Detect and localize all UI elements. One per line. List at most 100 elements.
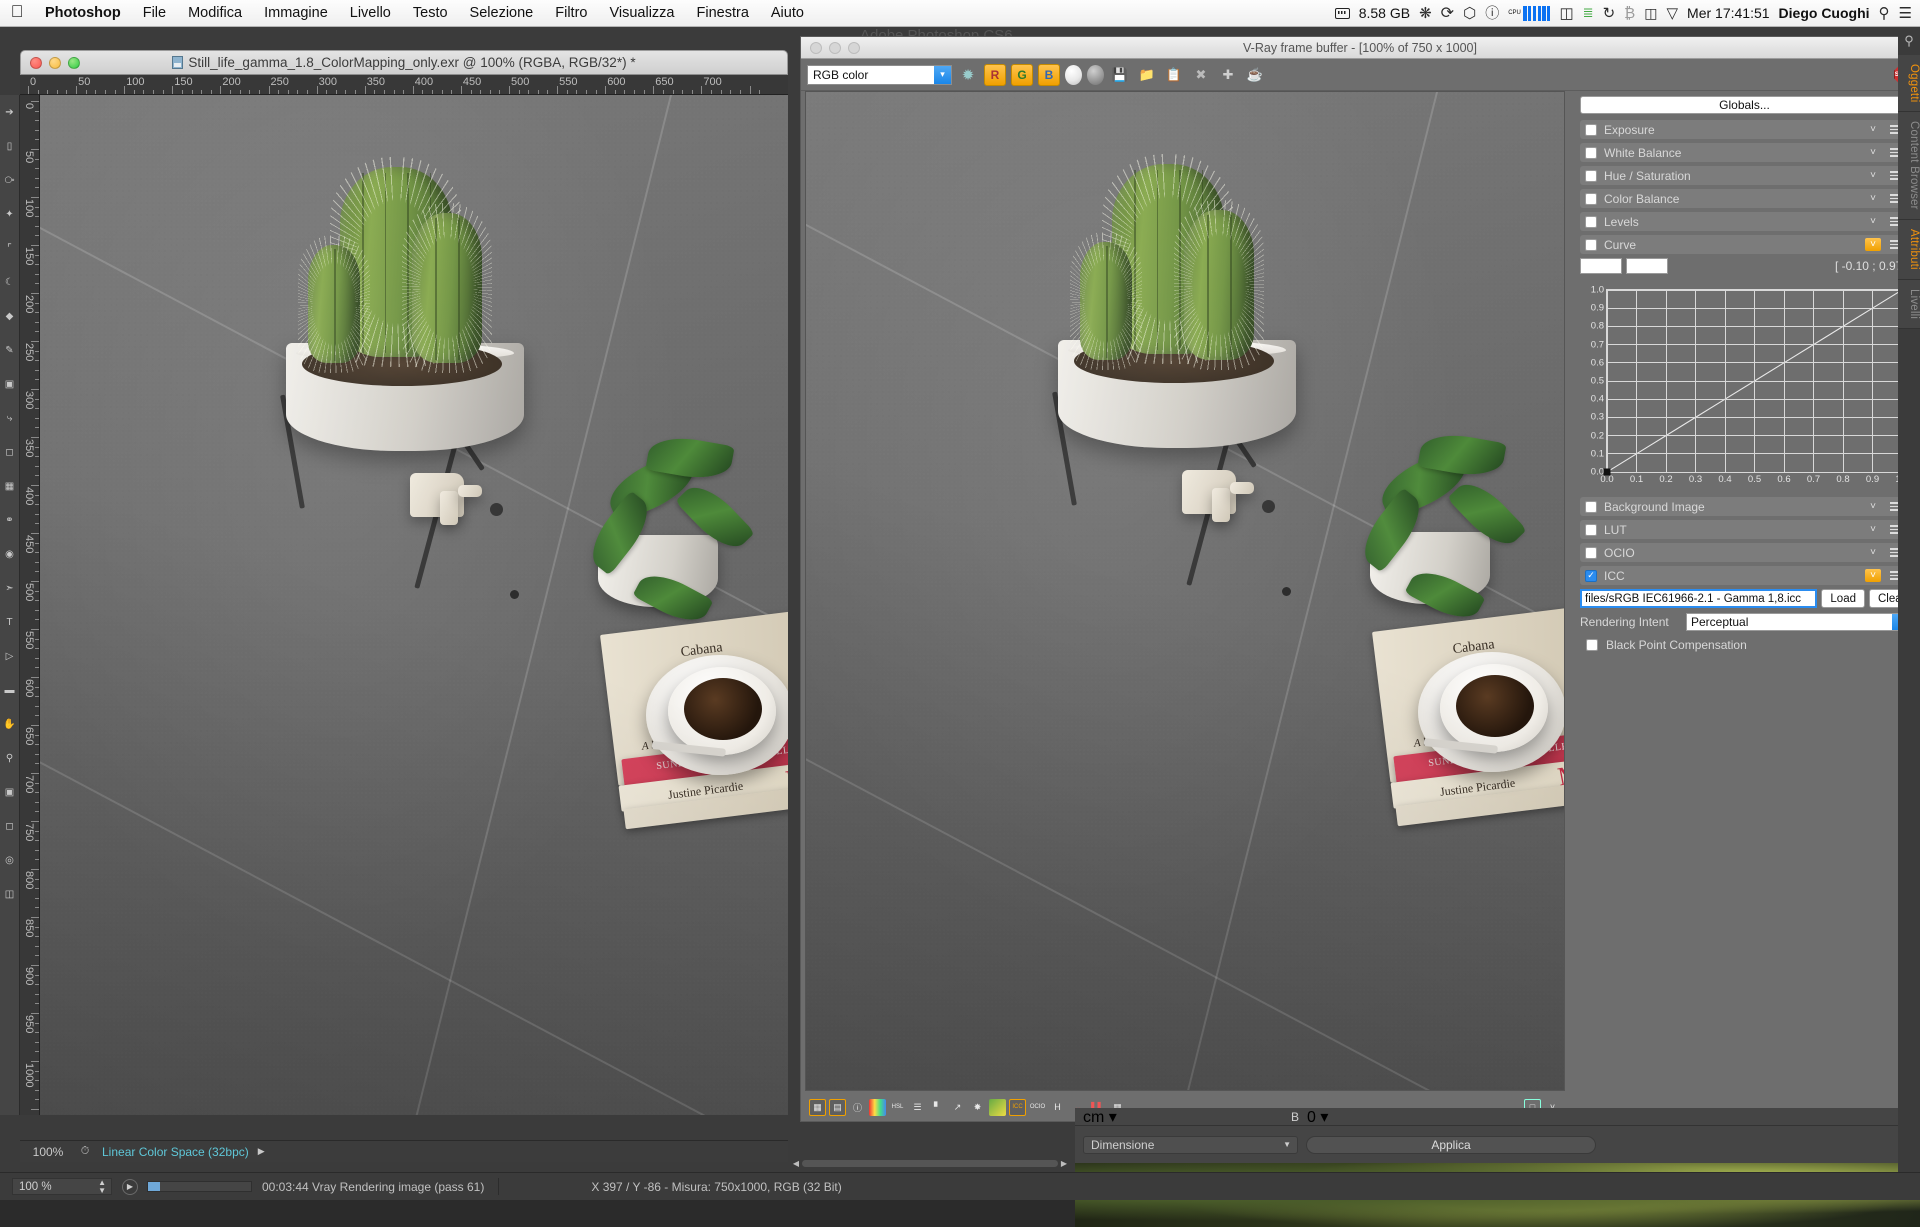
horizontal-scrollbar[interactable]: ◀ ▶	[790, 1157, 1070, 1170]
globals-row-white-balance[interactable]: White Balance ˅	[1580, 143, 1909, 162]
info-circle-icon[interactable]: ⓘ	[1485, 3, 1499, 23]
background-image-icon[interactable]	[989, 1099, 1006, 1116]
color-balance-icon[interactable]: ☰	[909, 1099, 926, 1116]
curve-swatch-2[interactable]	[1626, 258, 1668, 274]
globals-row-hue-saturation[interactable]: Hue / Saturation ˅	[1580, 166, 1909, 185]
bluetooth-icon[interactable]: ₿	[1624, 5, 1635, 22]
color-corrections-icon[interactable]	[869, 1099, 886, 1116]
menu-item-livello[interactable]: Livello	[339, 0, 402, 27]
apply-button[interactable]: Applica	[1306, 1136, 1596, 1154]
scrollbar-thumb[interactable]	[802, 1160, 1058, 1167]
tool-brush-icon[interactable]: ✎	[0, 333, 19, 367]
panel-tab-livelli[interactable]: Livelli	[1898, 280, 1920, 329]
chevron-down-icon[interactable]: ˅	[1865, 169, 1881, 182]
triangle-left-icon[interactable]: ◀	[790, 1159, 802, 1168]
tool-lasso-icon[interactable]: ⧂	[0, 163, 19, 197]
tool-crop-icon[interactable]: ⌜	[0, 231, 19, 265]
tool-dodge-icon[interactable]: ◉	[0, 537, 19, 571]
menu-item-finestra[interactable]: Finestra	[686, 0, 760, 27]
istat-menus-icon[interactable]: ≣	[1583, 5, 1594, 21]
user-name-label[interactable]: Diego Cuoghi	[1779, 5, 1870, 21]
srgb-display-icon[interactable]: ▤	[829, 1099, 846, 1116]
tool-marquee-icon[interactable]: ▯	[0, 129, 19, 163]
chevron-down-icon[interactable]: ˅	[1865, 146, 1881, 159]
clear-image-icon[interactable]: ✖	[1190, 64, 1212, 86]
curve-control-point[interactable]	[1604, 469, 1611, 476]
tool-move-icon[interactable]: ➔	[0, 95, 19, 129]
caret-down-icon[interactable]: ▾	[1320, 1109, 1328, 1126]
rendering-intent-select[interactable]: Perceptual ▾	[1686, 613, 1909, 631]
display-icon[interactable]: ◫	[1559, 4, 1573, 22]
globals-row-levels[interactable]: Levels ˅	[1580, 212, 1909, 231]
tool-magic-wand-icon[interactable]: ✦	[0, 197, 19, 231]
caret-down-icon[interactable]: ▼	[1283, 1140, 1291, 1149]
red-channel-button[interactable]: R	[984, 64, 1006, 86]
ocio-icon[interactable]: OCIO	[1029, 1099, 1046, 1116]
globals-row-lut[interactable]: LUT ˅	[1580, 520, 1909, 539]
clipboard-icon[interactable]: 📋	[1163, 64, 1185, 86]
zoom-level-stepper[interactable]: 100 % ▲▼	[12, 1178, 112, 1195]
tool-hand-icon[interactable]: ✋	[0, 707, 19, 741]
color-channels-icon[interactable]: ✹	[957, 64, 979, 86]
cpu-meter-icon[interactable]	[1523, 6, 1550, 21]
icc-profile-input[interactable]	[1580, 589, 1817, 608]
tool-blur-icon[interactable]: ⚭	[0, 503, 19, 537]
curve-icon[interactable]: ↗	[949, 1099, 966, 1116]
curve-grid[interactable]: 0.00.10.20.30.40.50.60.70.80.91.00.00.10…	[1606, 289, 1903, 473]
document-canvas[interactable]: Cabana CC A brilliant SUNDAY TIMES BESTS…	[40, 95, 788, 1115]
globals-button[interactable]: Globals...	[1580, 96, 1909, 114]
black-point-row[interactable]: Black Point Compensation	[1586, 638, 1909, 652]
menu-item-modifica[interactable]: Modifica	[177, 0, 253, 27]
alpha-dark-button[interactable]	[1087, 65, 1104, 85]
triangle-right-icon[interactable]: ▶	[1058, 1159, 1070, 1168]
tool-shape-icon[interactable]: ▬	[0, 673, 19, 707]
icc-load-button[interactable]: Load	[1821, 589, 1865, 608]
chevron-down-icon[interactable]: ˅	[1865, 192, 1881, 205]
chevron-down-icon[interactable]: ˅	[1865, 215, 1881, 228]
tool-gradient-icon[interactable]: ▦	[0, 469, 19, 503]
curve-checkbox[interactable]	[1585, 239, 1597, 251]
battery-icon[interactable]: ◫	[1644, 5, 1657, 22]
pixel-info-icon[interactable]: ⓘ	[849, 1099, 866, 1116]
search-icon[interactable]: ⚲	[1879, 4, 1890, 22]
screen-mode-icon[interactable]: ◫	[0, 877, 19, 911]
lut-checkbox[interactable]	[1585, 524, 1597, 536]
chevron-down-icon[interactable]: ˅	[1865, 569, 1881, 582]
tool-eyedropper-icon[interactable]: ☾	[0, 265, 19, 299]
hue-saturation-checkbox[interactable]	[1585, 170, 1597, 182]
color-balance-checkbox[interactable]	[1585, 193, 1597, 205]
tool-clone-stamp-icon[interactable]: ▣	[0, 367, 19, 401]
menu-item-visualizza[interactable]: Visualizza	[598, 0, 685, 27]
globals-row-color-balance[interactable]: Color Balance ˅	[1580, 189, 1909, 208]
globals-row-icc[interactable]: ✓ ICC ˅	[1580, 566, 1909, 585]
icc-checkbox[interactable]: ✓	[1585, 570, 1597, 582]
sync-icon[interactable]: ⟳	[1441, 3, 1454, 23]
horizontal-flip-icon[interactable]: H	[1049, 1099, 1066, 1116]
vray-render-canvas[interactable]: Cabana CC A brilliant SUNDAY TIMES BESTS…	[805, 91, 1565, 1091]
memory-icon[interactable]	[1335, 8, 1350, 19]
menu-item-photoshop[interactable]: Photoshop	[34, 0, 132, 27]
green-channel-button[interactable]: G	[1011, 64, 1033, 86]
ocio-checkbox[interactable]	[1585, 547, 1597, 559]
time-machine-icon[interactable]: ↻	[1603, 4, 1616, 22]
menu-item-immagine[interactable]: Immagine	[253, 0, 339, 27]
globals-row-background-image[interactable]: Background Image ˅	[1580, 497, 1909, 516]
chevron-down-icon[interactable]: ˅	[1865, 523, 1881, 536]
alpha-white-button[interactable]	[1065, 65, 1082, 85]
globals-row-exposure[interactable]: Exposure ˅	[1580, 120, 1909, 139]
apple-logo-icon[interactable]: 	[0, 3, 34, 23]
hsl-icon[interactable]: HSL	[889, 1099, 906, 1116]
vray-title-bar[interactable]: V-Ray frame buffer - [100% of 750 x 1000…	[801, 37, 1919, 59]
clock-label[interactable]: Mer 17:41:51	[1687, 5, 1770, 21]
caret-down-icon[interactable]: ▾	[1109, 1109, 1117, 1126]
search-icon[interactable]: ⚲	[1898, 27, 1920, 55]
globals-row-ocio[interactable]: OCIO ˅	[1580, 543, 1909, 562]
field-b-input[interactable]: 0 ▾	[1307, 1107, 1557, 1127]
panel-tab-oggetti[interactable]: Oggetti	[1898, 55, 1920, 112]
teapot-test-render-icon[interactable]: ☕	[1244, 64, 1266, 86]
size-dropdown[interactable]: Dimensione ▼	[1083, 1136, 1298, 1154]
panel-tab-attributi[interactable]: Attributi	[1898, 220, 1920, 280]
panel-tab-content-browser[interactable]: Content Browser	[1898, 112, 1920, 220]
triangle-right-icon[interactable]: ▶	[249, 1146, 265, 1157]
menu-item-testo[interactable]: Testo	[402, 0, 459, 27]
